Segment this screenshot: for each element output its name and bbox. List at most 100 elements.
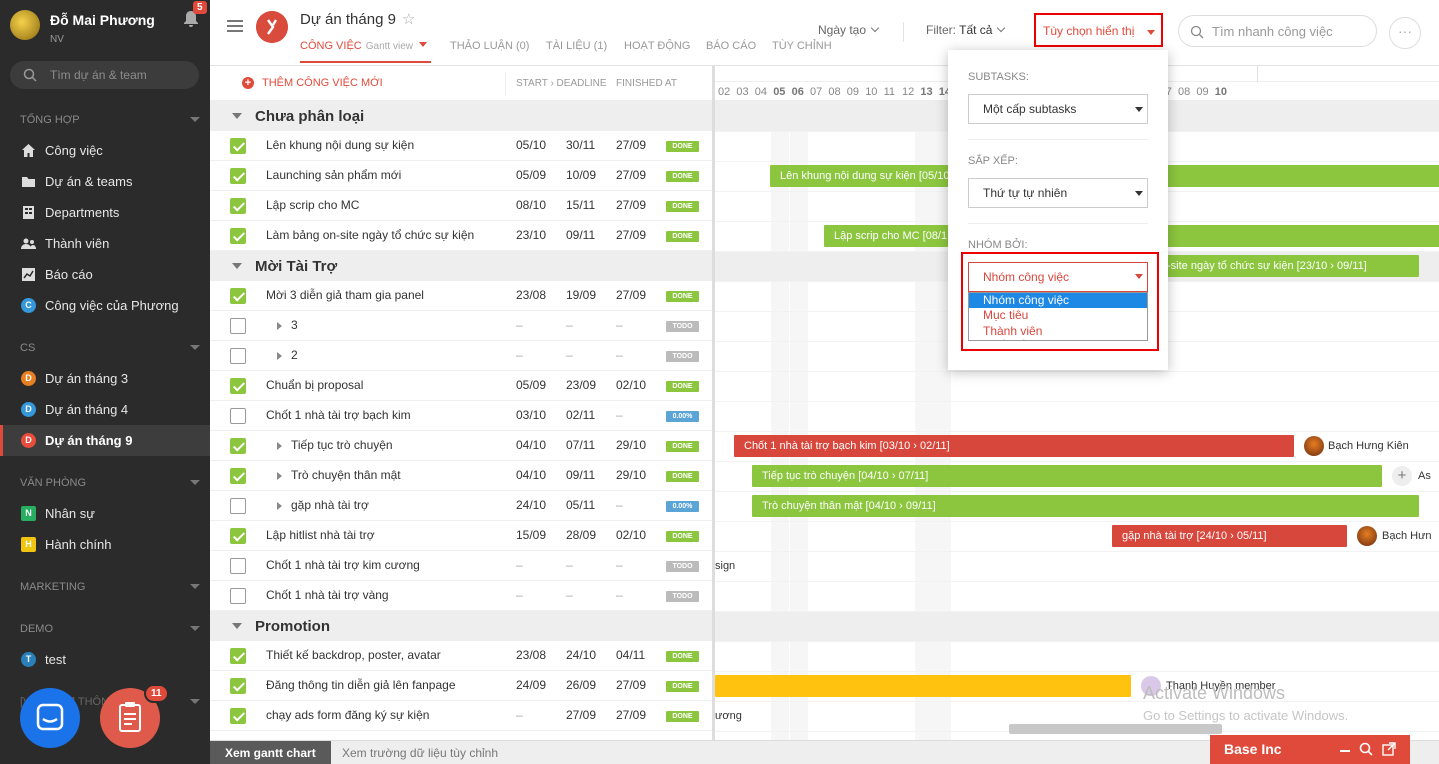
task-row[interactable]: gặp nhà tài trợ 24/10 05/11 – 0.00% xyxy=(210,491,713,521)
option-nhom-cong-viec[interactable]: Nhóm công việc xyxy=(969,293,1147,308)
column-header-start-deadline[interactable]: START › DEADLINE xyxy=(516,78,607,89)
menu-icon[interactable] xyxy=(227,19,243,33)
task-name[interactable]: 2 xyxy=(291,348,298,362)
caret-right-icon[interactable] xyxy=(277,442,282,450)
section-cs[interactable]: CS xyxy=(20,342,35,354)
task-name[interactable]: Mời 3 diễn giả tham gia panel xyxy=(266,288,424,302)
project-search-input[interactable]: Tìm dự án & team xyxy=(10,61,199,89)
task-name[interactable]: Làm bảng on-site ngày tổ chức sự kiện xyxy=(266,228,474,242)
minimize-icon[interactable] xyxy=(1338,742,1352,756)
search-icon[interactable] xyxy=(1359,742,1373,756)
task-name[interactable]: Chốt 1 nhà tài trợ bạch kim xyxy=(266,408,411,422)
task-name[interactable]: chạy ads form đăng ký sự kiện xyxy=(266,708,429,722)
task-row[interactable]: Trò chuyện thân mật 04/10 09/11 29/10 DONE xyxy=(210,461,713,491)
tab-custom-fields[interactable]: Xem trường dữ liệu tùy chỉnh xyxy=(327,741,513,764)
group-by-select[interactable]: Nhóm công việc xyxy=(968,262,1148,292)
avatar[interactable] xyxy=(10,10,40,40)
task-row[interactable]: Chốt 1 nhà tài trợ bạch kim 03/10 02/11 – 0.… xyxy=(210,401,713,431)
task-checkbox[interactable] xyxy=(230,528,246,544)
task-name[interactable]: Chốt 1 nhà tài trợ vàng xyxy=(266,588,389,602)
group-header[interactable]: Chưa phân loại xyxy=(210,101,713,131)
task-checkbox[interactable] xyxy=(230,198,246,214)
display-options-button[interactable]: Tùy chọn hiển thị xyxy=(1034,13,1163,47)
section-marketing[interactable]: MARKETING xyxy=(20,581,85,593)
add-assignee-icon[interactable]: + xyxy=(1392,466,1412,486)
task-row[interactable]: Lập hitlist nhà tài trợ 15/09 28/09 02/10 DO… xyxy=(210,521,713,551)
tab-cong-viec[interactable]: CÔNG VIỆC Gantt view xyxy=(300,40,431,63)
gantt-bar[interactable]: Tiếp tục trò chuyện [04/10 › 07/11] xyxy=(752,465,1382,487)
chevron-down-icon[interactable] xyxy=(190,626,200,631)
option-muc-tieu[interactable]: Mục tiêu xyxy=(969,308,1147,323)
task-checkbox[interactable] xyxy=(230,588,246,604)
task-row[interactable]: 2 – – – TODO xyxy=(210,341,713,371)
sidebar-item-departments[interactable]: Departments xyxy=(0,197,210,228)
task-row[interactable]: Đăng thông tin diễn giả lên fanpage 24/09… xyxy=(210,671,713,701)
task-name[interactable]: Trò chuyện thân mật xyxy=(291,468,401,482)
caret-right-icon[interactable] xyxy=(277,472,282,480)
task-checkbox[interactable] xyxy=(230,228,246,244)
task-checkbox[interactable] xyxy=(230,468,246,484)
group-header[interactable]: Promotion xyxy=(210,611,713,641)
gantt-bar[interactable] xyxy=(715,675,1131,697)
task-name[interactable]: Chuẩn bị proposal xyxy=(266,378,363,392)
chevron-down-icon[interactable] xyxy=(232,113,242,119)
task-checkbox[interactable] xyxy=(230,378,246,394)
task-row[interactable]: Lập scrip cho MC 08/10 15/11 27/09 DONE xyxy=(210,191,713,221)
task-row[interactable]: Chuẩn bị proposal 05/09 23/09 02/10 DONE xyxy=(210,371,713,401)
task-checkbox[interactable] xyxy=(230,708,246,724)
task-checkbox[interactable] xyxy=(230,168,246,184)
task-name[interactable]: Chốt 1 nhà tài trợ kim cương xyxy=(266,558,420,572)
task-row[interactable]: Làm bảng on-site ngày tổ chức sự kiện 23/… xyxy=(210,221,713,251)
star-icon[interactable]: ☆ xyxy=(402,10,415,28)
chevron-down-icon[interactable] xyxy=(190,584,200,589)
task-row[interactable]: Mời 3 diễn giả tham gia panel 23/08 19/09 2… xyxy=(210,281,713,311)
chat-button[interactable] xyxy=(20,688,80,748)
task-checkbox[interactable] xyxy=(230,558,246,574)
subtasks-select[interactable]: Một cấp subtasks xyxy=(968,94,1148,124)
quick-search-input[interactable]: Tìm nhanh công việc xyxy=(1178,15,1377,47)
task-checkbox[interactable] xyxy=(230,408,246,424)
task-name[interactable]: gặp nhà tài trợ xyxy=(291,498,369,512)
task-name[interactable]: Lập scrip cho MC xyxy=(266,198,359,212)
task-name[interactable]: Thiết kế backdrop, poster, avatar xyxy=(266,648,441,662)
tab-thao-luan[interactable]: THẢO LUẬN (0) xyxy=(450,40,529,52)
task-checkbox[interactable] xyxy=(230,318,246,334)
group-header[interactable]: Mời Tài Trợ xyxy=(210,251,713,281)
gantt-bar[interactable]: Chốt 1 nhà tài trợ bạch kim [03/10 › 02/… xyxy=(734,435,1294,457)
task-row[interactable]: chạy ads form đăng ký sự kiện – 27/09 27/09… xyxy=(210,701,713,731)
chevron-down-icon[interactable] xyxy=(190,345,200,350)
task-name[interactable]: Lập hitlist nhà tài trợ xyxy=(266,528,375,542)
task-name[interactable]: Launching sản phẩm mới xyxy=(266,168,401,182)
task-checkbox[interactable] xyxy=(230,648,246,664)
section-tong-hop[interactable]: TỔNG HỢP xyxy=(20,114,80,126)
sidebar-item-du-an-teams[interactable]: Dự án & teams xyxy=(0,166,210,197)
tab-tai-lieu[interactable]: TÀI LIỆU (1) xyxy=(546,40,607,52)
task-name[interactable]: Tiếp tục trò chuyện xyxy=(291,438,393,452)
chevron-down-icon[interactable] xyxy=(190,480,200,485)
sidebar-item-test[interactable]: T test xyxy=(0,644,210,675)
gantt-bar[interactable]: gặp nhà tài trợ [24/10 › 05/11] xyxy=(1112,525,1347,547)
task-checkbox[interactable] xyxy=(230,288,246,304)
tab-bao-cao[interactable]: BÁO CÁO xyxy=(706,40,756,52)
task-row[interactable]: Chốt 1 nhà tài trợ kim cương – – – TODO xyxy=(210,551,713,581)
task-name[interactable]: Đăng thông tin diễn giả lên fanpage xyxy=(266,678,456,692)
sort-select[interactable]: Thứ tự tự nhiên xyxy=(968,178,1148,208)
tab-hoat-dong[interactable]: HOẠT ĐỘNG xyxy=(624,40,690,52)
tab-tuy-chinh[interactable]: TÙY CHỈNH xyxy=(772,40,832,52)
sidebar-item-thanh-vien[interactable]: Thành viên xyxy=(0,228,210,259)
company-widget[interactable]: Base Inc xyxy=(1210,735,1410,764)
more-options-icon[interactable]: ··· xyxy=(1389,17,1421,49)
task-checkbox[interactable] xyxy=(230,678,246,694)
task-row[interactable]: Lên khung nội dung sự kiện 05/10 30/11 27/0… xyxy=(210,131,713,161)
gantt-bar[interactable]: -site ngày tổ chức sự kiện [23/10 › 09/1… xyxy=(1159,255,1419,277)
task-checkbox[interactable] xyxy=(230,138,246,154)
user-profile[interactable]: Đỗ Mai Phương NV 5 xyxy=(0,0,210,56)
task-checkbox[interactable] xyxy=(230,438,246,454)
task-checkbox[interactable] xyxy=(230,498,246,514)
sidebar-item-du-an-thang-3[interactable]: D Dự án tháng 3 xyxy=(0,363,210,394)
sidebar-item-cong-viec-cua-phuong[interactable]: C Công việc của Phương xyxy=(0,290,210,321)
sidebar-item-du-an-thang-4[interactable]: D Dự án tháng 4 xyxy=(0,394,210,425)
chevron-down-icon[interactable] xyxy=(190,117,200,122)
gantt-bar[interactable]: Trò chuyện thân mật [04/10 › 09/11] xyxy=(752,495,1419,517)
sidebar-item-cong-viec[interactable]: Công việc xyxy=(0,135,210,166)
